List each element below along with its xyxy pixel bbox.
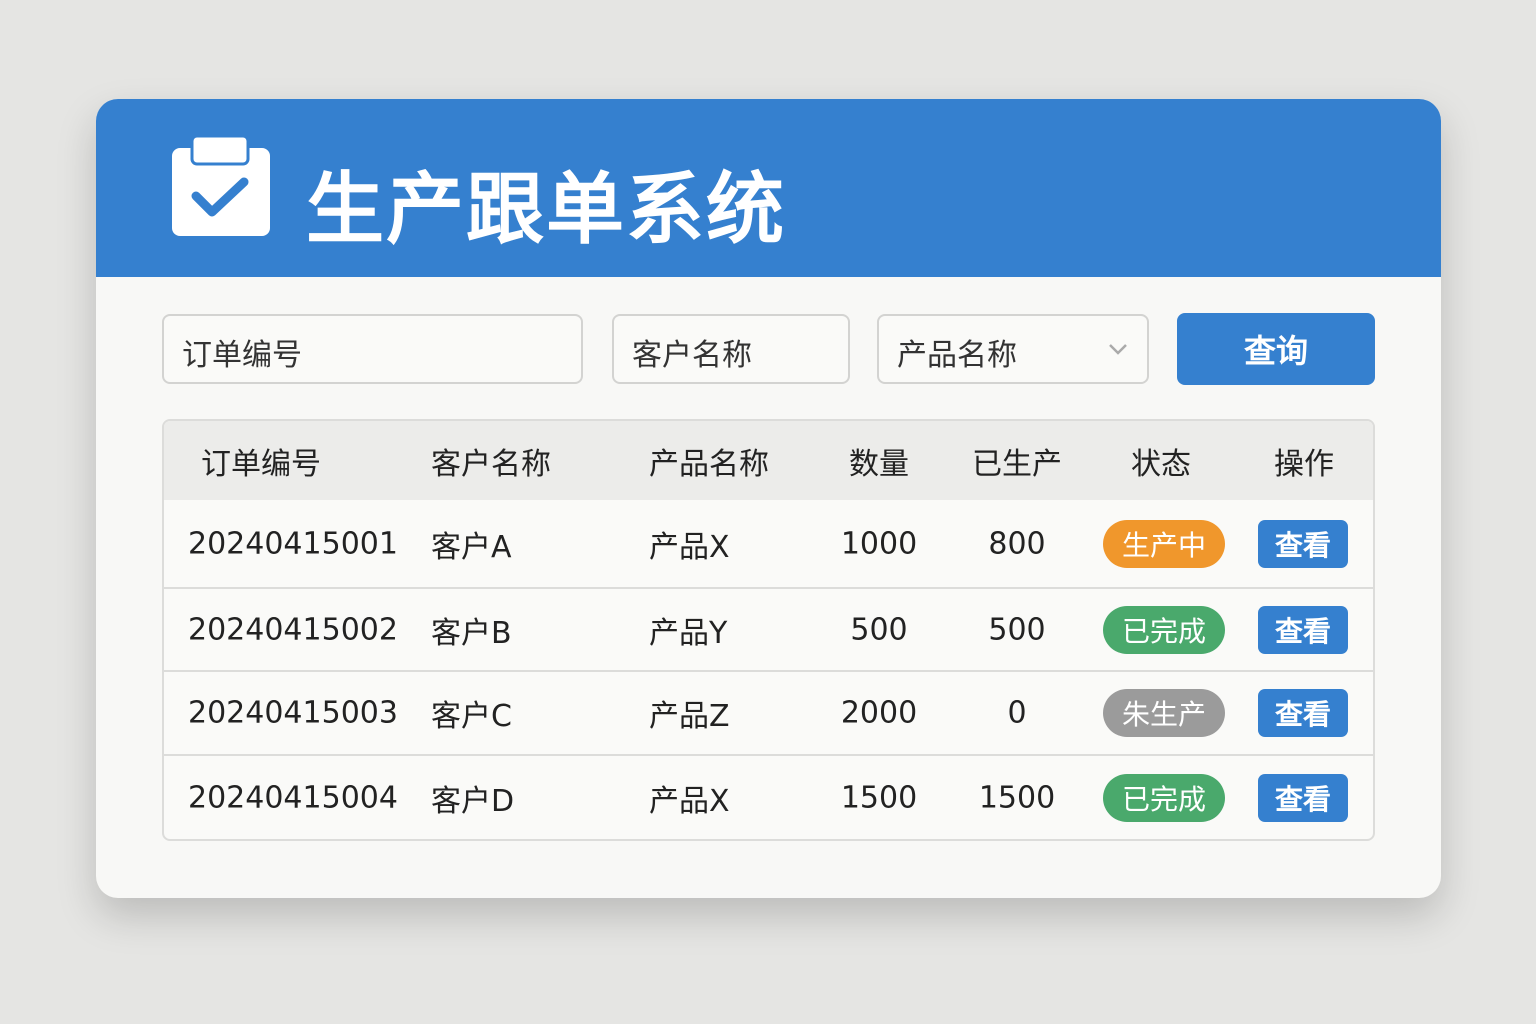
view-button[interactable]: 查看 [1258, 519, 1348, 568]
customer-name: 客户B [431, 615, 512, 651]
header-customer: 客户名称 [431, 446, 551, 482]
table-row: 20240415003 客户C 产品Z 2000 0 朱生产 查看 [164, 672, 1373, 756]
view-button[interactable]: 查看 [1258, 605, 1348, 654]
status-badge: 生产中 [1103, 519, 1225, 568]
produced-quantity: 1500 [978, 780, 1056, 816]
table-row: 20240415002 客户B 产品Y 500 500 已完成 查看 [164, 589, 1373, 672]
customer-name: 客户D [431, 784, 515, 819]
clipboard-check-icon [172, 136, 270, 236]
order-number: 20240415002 [188, 612, 398, 647]
app-title: 生产跟单系统 [306, 165, 787, 255]
product-name: 产品X [649, 529, 730, 565]
customer-name-input[interactable]: 客户名称 [612, 314, 850, 384]
produced-quantity: 0 [1007, 695, 1027, 731]
chevron-down-icon [1109, 344, 1127, 355]
quantity: 1000 [840, 526, 918, 561]
quantity: 2000 [840, 695, 918, 731]
header-status: 状态 [1131, 446, 1191, 482]
view-button[interactable]: 查看 [1258, 689, 1348, 737]
product-name: 产品Z [649, 699, 730, 734]
order-number: 20240415003 [188, 695, 398, 731]
query-button[interactable]: 查询 [1177, 313, 1375, 385]
order-tracking-panel: 生产跟单系统 订单编号 客户名称 产品名称 查询 订单编号 客户名称 产品名称 … [96, 99, 1441, 898]
table-row: 20240415004 客户D 产品X 1500 1500 已完成 查看 [164, 756, 1373, 839]
quantity: 1500 [840, 780, 918, 816]
header-produced: 已生产 [972, 446, 1062, 482]
order-number: 20240415004 [188, 780, 398, 816]
order-number-input[interactable]: 订单编号 [162, 314, 583, 384]
customer-name: 客户A [431, 529, 512, 565]
view-button[interactable]: 查看 [1258, 774, 1348, 822]
status-badge: 已完成 [1103, 774, 1225, 822]
produced-quantity: 800 [988, 526, 1046, 561]
customer-name: 客户C [431, 699, 512, 734]
product-select-value: 产品名称 [897, 338, 1017, 373]
orders-table: 订单编号 客户名称 产品名称 数量 已生产 状态 操作 20240415001 … [162, 419, 1375, 841]
table-header-row: 订单编号 客户名称 产品名称 数量 已生产 状态 操作 [164, 421, 1373, 500]
status-badge: 朱生产 [1103, 689, 1225, 737]
order-number: 20240415001 [188, 526, 398, 561]
app-header: 生产跟单系统 [96, 99, 1441, 277]
status-badge: 已完成 [1103, 605, 1225, 654]
header-product: 产品名称 [649, 446, 769, 482]
header-action: 操作 [1274, 446, 1334, 482]
product-name: 产品X [649, 784, 730, 819]
header-quantity: 数量 [849, 446, 909, 482]
product-name-select[interactable]: 产品名称 [877, 314, 1149, 384]
produced-quantity: 500 [988, 612, 1046, 647]
table-row: 20240415001 客户A 产品X 1000 800 生产中 查看 [164, 500, 1373, 589]
quantity: 500 [850, 612, 908, 647]
header-order-no: 订单编号 [201, 446, 321, 482]
product-name: 产品Y [649, 615, 728, 651]
